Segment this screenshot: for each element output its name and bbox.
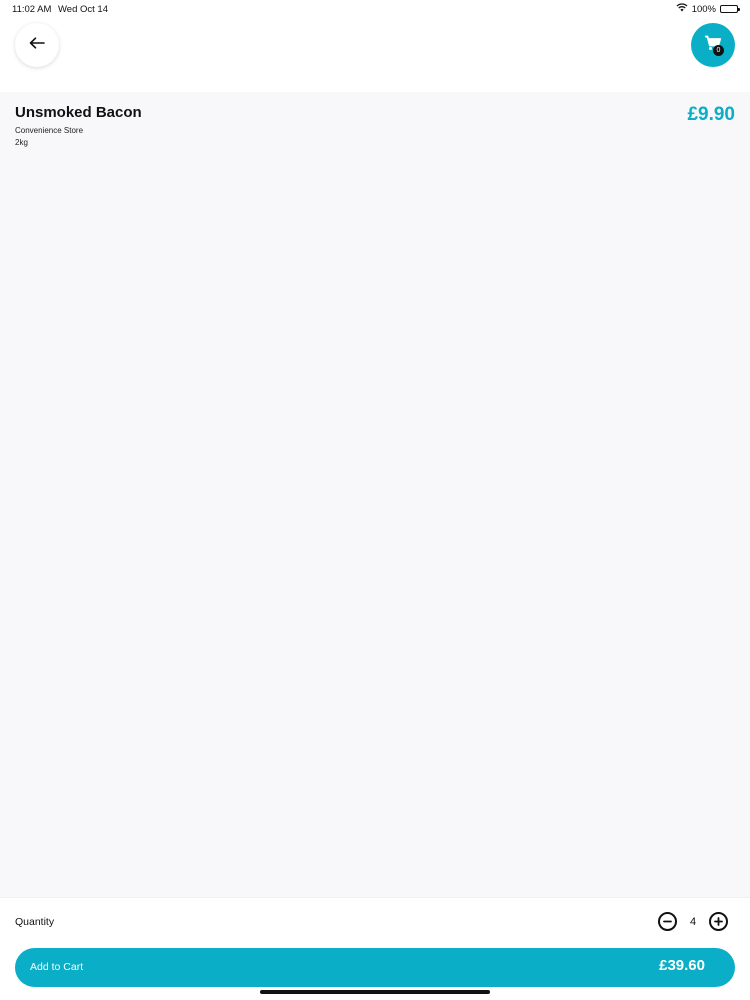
- product-price: £9.90: [687, 104, 735, 125]
- minus-icon: [663, 913, 672, 931]
- purchase-panel: Quantity 4 Add to Cart £39.60: [0, 897, 750, 1000]
- status-date: Wed Oct 14: [58, 4, 108, 15]
- status-bar: 11:02 AM Wed Oct 14 100%: [0, 0, 750, 18]
- plus-icon: [714, 913, 723, 931]
- header: 0: [0, 18, 750, 90]
- product-size: 2kg: [15, 138, 28, 147]
- home-indicator: [260, 990, 490, 994]
- decrease-quantity-button[interactable]: [658, 912, 677, 931]
- product-name: Unsmoked Bacon: [15, 104, 142, 121]
- quantity-label: Quantity: [15, 916, 55, 928]
- product-store: Convenience Store: [15, 126, 84, 135]
- arrow-left-icon: [29, 36, 45, 54]
- battery-percent: 100%: [691, 3, 716, 15]
- product-detail-screen: 11:02 AM Wed Oct 14 100% 0 Unsmoked Baco…: [0, 0, 750, 1000]
- wifi-icon: [676, 3, 688, 15]
- cart-count-badge: 0: [713, 45, 724, 56]
- quantity-value: 4: [689, 915, 697, 928]
- product-content: Unsmoked Bacon Convenience Store 2kg £9.…: [0, 92, 750, 898]
- quantity-stepper: 4: [658, 912, 728, 931]
- battery-icon: [720, 5, 740, 13]
- cart-total-price: £39.60: [659, 957, 705, 974]
- back-button[interactable]: [15, 23, 59, 67]
- status-indicators: 100%: [676, 3, 740, 15]
- add-to-cart-button[interactable]: Add to Cart £39.60: [15, 948, 735, 987]
- cart-button[interactable]: 0: [691, 23, 735, 67]
- add-to-cart-label: Add to Cart: [30, 961, 84, 973]
- status-time: 11:02 AM: [12, 4, 52, 15]
- increase-quantity-button[interactable]: [709, 912, 728, 931]
